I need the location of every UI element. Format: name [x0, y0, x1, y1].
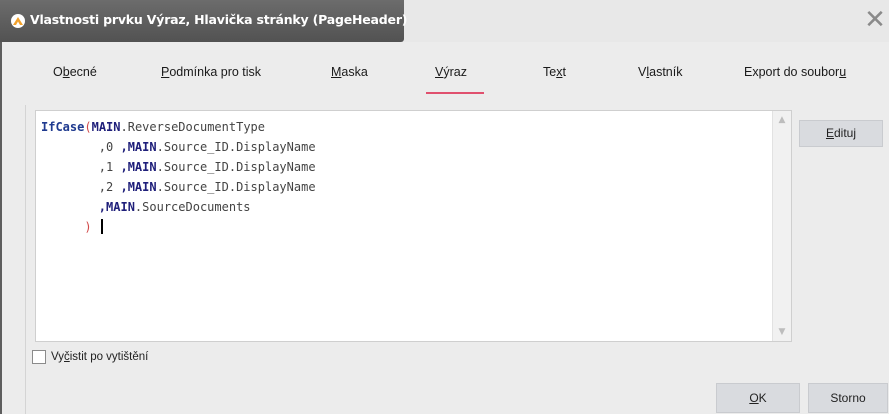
title-bar: Vlastnosti prvku Výraz, Hlavička stránky…: [0, 0, 889, 42]
clear-after-print-checkbox[interactable]: [32, 350, 46, 364]
edit-label-accel: E: [825, 126, 834, 140]
cancel-button[interactable]: Storno: [808, 383, 888, 413]
tab-label-post: ýraz: [443, 65, 467, 79]
code-token: .Source_ID.DisplayName: [156, 160, 316, 174]
app-logo-icon: [11, 14, 25, 28]
code-token: ,MAIN: [120, 160, 157, 174]
scroll-up-icon[interactable]: ▲: [773, 111, 791, 129]
ok-button[interactable]: OK: [716, 383, 800, 413]
code-token: ,1: [41, 160, 121, 174]
tab-text[interactable]: Text: [543, 65, 566, 79]
checkbox-label-pre: Vy: [51, 351, 64, 363]
code-token: ,MAIN: [98, 200, 135, 214]
code-line: ,1 ,MAIN.Source_ID.DisplayName: [41, 157, 316, 177]
tab-label-post: astník: [649, 65, 683, 79]
code-line: ,2 ,MAIN.Source_ID.DisplayName: [41, 177, 316, 197]
code-token: .SourceDocuments: [134, 200, 251, 214]
title-tab: Vlastnosti prvku Výraz, Hlavička stránky…: [0, 0, 408, 42]
close-icon[interactable]: ✕: [863, 6, 887, 34]
expression-editor[interactable]: IfCase(MAIN.ReverseDocumentType ,0 ,MAIN…: [35, 110, 792, 342]
code-token: IfCase: [41, 120, 85, 134]
vertical-scrollbar[interactable]: ▲ ▼: [772, 111, 791, 341]
code-token: ,0: [41, 140, 121, 154]
code-token: (: [84, 120, 92, 134]
scroll-down-icon[interactable]: ▼: [773, 323, 791, 341]
edit-label-post: dituj: [834, 126, 857, 140]
tab-label-post: odmínka pro tisk: [169, 65, 262, 79]
code-token: .Source_ID.DisplayName: [156, 140, 316, 154]
tab-label-accel: M: [331, 65, 342, 79]
code-line: ,0 ,MAIN.Source_ID.DisplayName: [41, 137, 316, 157]
ok-label-accel: O: [749, 391, 759, 405]
tab-label-pre: Export do soubor: [744, 65, 840, 79]
tab-label-pre: Te: [543, 65, 557, 79]
tab-label-post: aska: [341, 65, 368, 79]
tab-export-do-souboru[interactable]: Export do souboru: [744, 65, 846, 79]
code-token: ): [84, 220, 92, 234]
code-line: ,MAIN.SourceDocuments: [41, 197, 316, 217]
tab-maska[interactable]: Maska: [331, 65, 368, 79]
dialog-body: Obecné Podmínka pro tisk Maska Výraz Tex…: [2, 42, 889, 414]
tab-obecne[interactable]: Obecné: [53, 65, 97, 79]
window-title: Vlastnosti prvku Výraz, Hlavička stránky…: [30, 12, 408, 27]
tab-label-pre: O: [53, 65, 63, 79]
tab-label-post: t: [562, 65, 566, 79]
tab-label-accel: u: [839, 65, 847, 79]
code-line: IfCase(MAIN.ReverseDocumentType: [41, 117, 316, 137]
expression-panel: IfCase(MAIN.ReverseDocumentType ,0 ,MAIN…: [25, 105, 889, 414]
clear-after-print-row[interactable]: Vyčistit po vytištění: [32, 349, 148, 365]
code-token: ,2: [41, 180, 121, 194]
tab-vlastnik[interactable]: Vlastník: [638, 65, 682, 79]
clear-after-print-label[interactable]: Vyčistit po vytištění: [51, 351, 148, 363]
edit-button[interactable]: Edituj: [799, 120, 883, 147]
code-token: .ReverseDocumentType: [120, 120, 266, 134]
code-token: MAIN: [91, 120, 121, 134]
tab-label-accel: b: [62, 65, 70, 79]
active-tab-indicator: [426, 92, 484, 94]
code-token: .Source_ID.DisplayName: [156, 180, 316, 194]
text-caret: [100, 219, 103, 234]
tab-podminka-pro-tisk[interactable]: Podmínka pro tisk: [161, 65, 261, 79]
code-token: ,MAIN: [120, 180, 157, 194]
code-line: ): [41, 217, 316, 237]
expression-code[interactable]: IfCase(MAIN.ReverseDocumentType ,0 ,MAIN…: [41, 117, 316, 237]
tab-bar: Obecné Podmínka pro tisk Maska Výraz Tex…: [2, 42, 889, 100]
tab-label-post: ecné: [69, 65, 97, 79]
tab-vyraz[interactable]: Výraz: [435, 65, 467, 79]
ok-label-post: K: [758, 391, 767, 405]
checkbox-label-post: istit po vytištění: [69, 351, 149, 363]
code-token: ,MAIN: [120, 140, 157, 154]
